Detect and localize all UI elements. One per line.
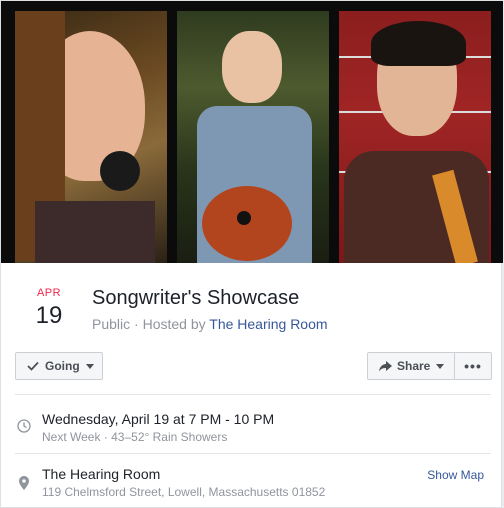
host-link[interactable]: The Hearing Room — [209, 316, 327, 332]
cover-photo-guitarist — [177, 11, 329, 263]
divider — [15, 453, 491, 454]
chevron-down-icon — [436, 363, 445, 369]
event-month: APR — [36, 287, 62, 299]
clock-icon — [17, 419, 31, 438]
venue-address: 119 Chelmsford Street, Lowell, Massachus… — [42, 485, 326, 499]
more-label: ••• — [464, 358, 482, 374]
event-date: APR 19 — [29, 287, 69, 330]
share-button[interactable]: Share — [367, 352, 455, 380]
privacy-label: Public — [92, 316, 131, 332]
event-subtitle: Public · Hosted by The Hearing Room — [92, 316, 328, 332]
show-map-link[interactable]: Show Map — [427, 468, 484, 482]
chevron-down-icon — [85, 363, 94, 369]
event-cover-photo[interactable] — [1, 1, 503, 263]
venue-name[interactable]: The Hearing Room — [42, 466, 160, 482]
going-button[interactable]: Going — [15, 352, 103, 380]
location-pin-icon — [19, 476, 29, 495]
event-time[interactable]: Wednesday, April 19 at 7 PM - 10 PM — [42, 411, 274, 427]
share-label: Share — [397, 359, 431, 373]
more-options-button[interactable]: ••• — [454, 352, 492, 380]
going-label: Going — [45, 359, 80, 373]
event-day: 19 — [35, 302, 63, 329]
event-card: APR 19 Songwriter's Showcase Public · Ho… — [0, 0, 503, 508]
checkmark-icon — [27, 361, 39, 371]
event-weather: Next Week · 43–52° Rain Showers — [42, 430, 228, 444]
share-arrow-icon — [379, 360, 392, 372]
event-title: Songwriter's Showcase — [92, 287, 300, 309]
cover-photo-man-jacket — [339, 11, 491, 263]
cover-photo-singer-woman — [15, 11, 167, 263]
hosted-by-label: · Hosted by — [130, 316, 210, 332]
divider — [15, 394, 491, 395]
